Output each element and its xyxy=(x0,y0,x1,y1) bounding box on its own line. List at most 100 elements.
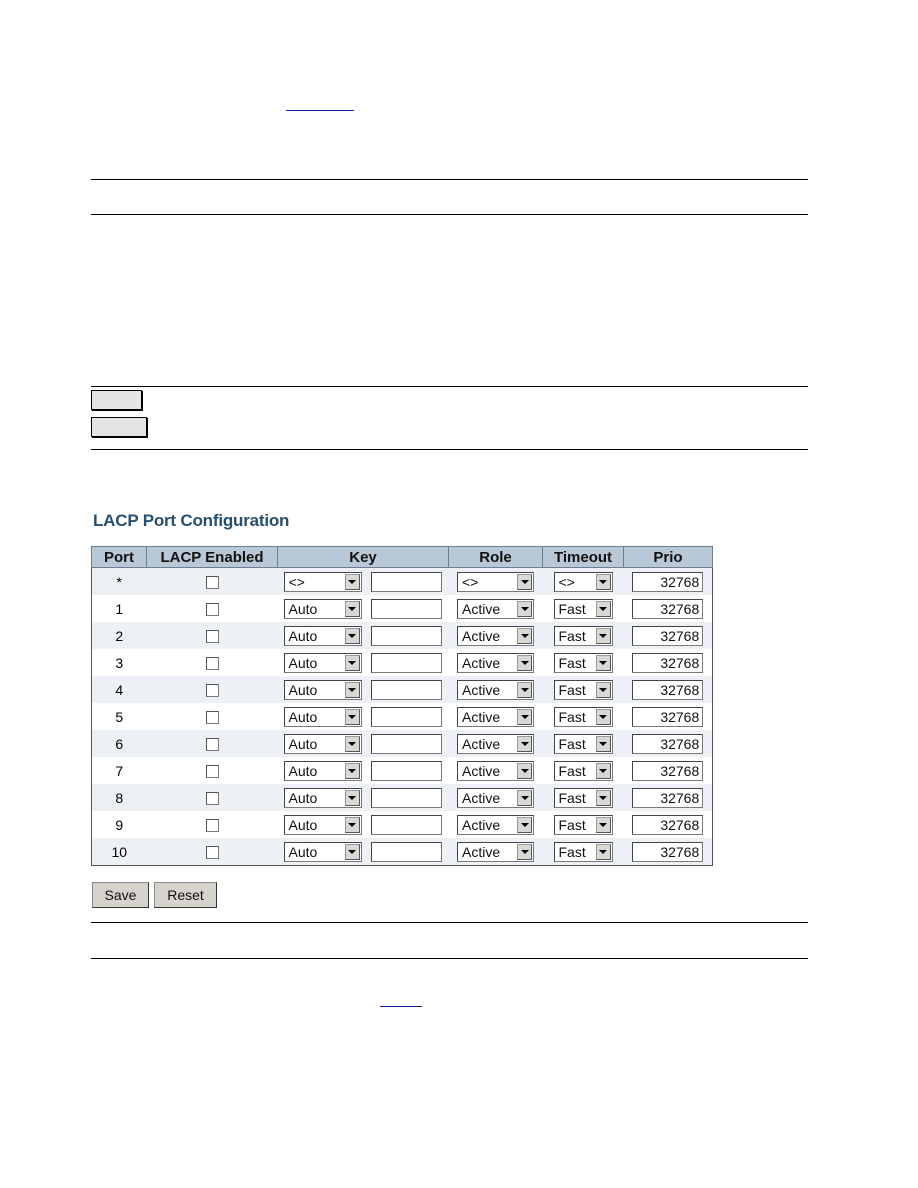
chevron-down-icon[interactable] xyxy=(517,573,532,590)
key-select[interactable]: <> xyxy=(283,571,362,592)
key-value-input[interactable] xyxy=(370,787,442,808)
prio-input[interactable]: 32768 xyxy=(632,760,704,781)
key-select[interactable]: Auto xyxy=(283,652,362,673)
prio-input[interactable]: 32768 xyxy=(632,814,704,835)
timeout-select[interactable]: Fast xyxy=(553,733,613,754)
key-select[interactable]: Auto xyxy=(283,598,362,619)
role-select[interactable]: Active xyxy=(457,787,534,808)
chevron-down-icon[interactable] xyxy=(517,708,532,725)
key-select[interactable]: Auto xyxy=(283,733,362,754)
timeout-select[interactable]: Fast xyxy=(553,679,613,700)
role-select[interactable]: Active xyxy=(457,679,534,700)
lacp-enabled-checkbox[interactable] xyxy=(205,738,219,752)
role-select[interactable]: Active xyxy=(457,841,534,862)
chevron-down-icon[interactable] xyxy=(344,681,360,698)
role-select[interactable]: Active xyxy=(457,733,534,754)
chevron-down-icon[interactable] xyxy=(517,600,532,617)
timeout-select[interactable]: <> xyxy=(553,571,613,592)
role-select[interactable]: Active xyxy=(457,760,534,781)
chevron-down-icon[interactable] xyxy=(517,654,532,671)
key-value-input[interactable] xyxy=(370,706,442,727)
prio-input[interactable]: 32768 xyxy=(632,706,704,727)
prio-input[interactable]: 32768 xyxy=(632,679,704,700)
key-value-input[interactable] xyxy=(370,571,442,592)
reset-button[interactable]: Reset xyxy=(154,882,217,908)
key-select[interactable]: Auto xyxy=(283,760,362,781)
prio-input[interactable]: 32768 xyxy=(632,841,704,862)
role-select[interactable]: Active xyxy=(457,814,534,835)
timeout-select[interactable]: Fast xyxy=(553,814,613,835)
lacp-enabled-checkbox[interactable] xyxy=(205,765,219,779)
chevron-down-icon[interactable] xyxy=(517,681,532,698)
bottom-link[interactable] xyxy=(380,1006,422,1007)
role-select[interactable]: Active xyxy=(457,652,534,673)
chevron-down-icon[interactable] xyxy=(344,789,360,806)
key-value-input[interactable] xyxy=(370,598,442,619)
key-select[interactable]: Auto xyxy=(283,679,362,700)
prio-input[interactable]: 32768 xyxy=(632,787,704,808)
chevron-down-icon[interactable] xyxy=(344,762,360,779)
chevron-down-icon[interactable] xyxy=(517,816,532,833)
chevron-down-icon[interactable] xyxy=(517,843,532,860)
key-value-input[interactable] xyxy=(370,841,442,862)
key-select[interactable]: Auto xyxy=(283,814,362,835)
chevron-down-icon[interactable] xyxy=(344,654,360,671)
lacp-enabled-checkbox[interactable] xyxy=(205,819,219,833)
role-select[interactable]: Active xyxy=(457,598,534,619)
key-value-input[interactable] xyxy=(370,625,442,646)
lacp-enabled-checkbox[interactable] xyxy=(205,711,219,725)
chevron-down-icon[interactable] xyxy=(517,627,532,644)
prio-input[interactable]: 32768 xyxy=(632,598,704,619)
key-select[interactable]: Auto xyxy=(283,706,362,727)
lacp-enabled-checkbox[interactable] xyxy=(205,846,219,860)
key-value-input[interactable] xyxy=(370,733,442,754)
role-select[interactable]: Active xyxy=(457,625,534,646)
top-link[interactable] xyxy=(286,110,354,111)
save-button[interactable]: Save xyxy=(92,882,149,908)
key-select[interactable]: Auto xyxy=(283,787,362,808)
prio-input[interactable]: 32768 xyxy=(632,652,704,673)
timeout-select[interactable]: Fast xyxy=(553,760,613,781)
chevron-down-icon[interactable] xyxy=(344,816,360,833)
lacp-enabled-checkbox[interactable] xyxy=(205,576,219,590)
chevron-down-icon[interactable] xyxy=(595,843,611,860)
chevron-down-icon[interactable] xyxy=(344,573,360,590)
timeout-select[interactable]: Fast xyxy=(553,625,613,646)
chevron-down-icon[interactable] xyxy=(595,816,611,833)
chevron-down-icon[interactable] xyxy=(344,735,360,752)
chevron-down-icon[interactable] xyxy=(595,762,611,779)
key-select[interactable]: Auto xyxy=(283,841,362,862)
timeout-select[interactable]: Fast xyxy=(553,841,613,862)
prio-input[interactable]: 32768 xyxy=(632,625,704,646)
lacp-enabled-checkbox[interactable] xyxy=(205,603,219,617)
timeout-select[interactable]: Fast xyxy=(553,598,613,619)
lacp-enabled-checkbox[interactable] xyxy=(205,684,219,698)
chevron-down-icon[interactable] xyxy=(344,843,360,860)
chevron-down-icon[interactable] xyxy=(344,708,360,725)
chevron-down-icon[interactable] xyxy=(595,600,611,617)
chevron-down-icon[interactable] xyxy=(595,708,611,725)
chevron-down-icon[interactable] xyxy=(344,627,360,644)
lacp-enabled-checkbox[interactable] xyxy=(205,657,219,671)
role-select[interactable]: Active xyxy=(457,706,534,727)
prio-input[interactable]: 32768 xyxy=(632,733,704,754)
chevron-down-icon[interactable] xyxy=(595,789,611,806)
chevron-down-icon[interactable] xyxy=(595,627,611,644)
lacp-enabled-checkbox[interactable] xyxy=(205,792,219,806)
key-value-input[interactable] xyxy=(370,679,442,700)
key-select[interactable]: Auto xyxy=(283,625,362,646)
role-select[interactable]: <> xyxy=(457,571,534,592)
chevron-down-icon[interactable] xyxy=(344,600,360,617)
key-value-input[interactable] xyxy=(370,760,442,781)
timeout-select[interactable]: Fast xyxy=(553,787,613,808)
chevron-down-icon[interactable] xyxy=(517,735,532,752)
chevron-down-icon[interactable] xyxy=(595,735,611,752)
chevron-down-icon[interactable] xyxy=(595,654,611,671)
chevron-down-icon[interactable] xyxy=(517,789,532,806)
lacp-enabled-checkbox[interactable] xyxy=(205,630,219,644)
timeout-select[interactable]: Fast xyxy=(553,652,613,673)
key-value-input[interactable] xyxy=(370,652,442,673)
timeout-select[interactable]: Fast xyxy=(553,706,613,727)
chevron-down-icon[interactable] xyxy=(595,681,611,698)
key-value-input[interactable] xyxy=(370,814,442,835)
